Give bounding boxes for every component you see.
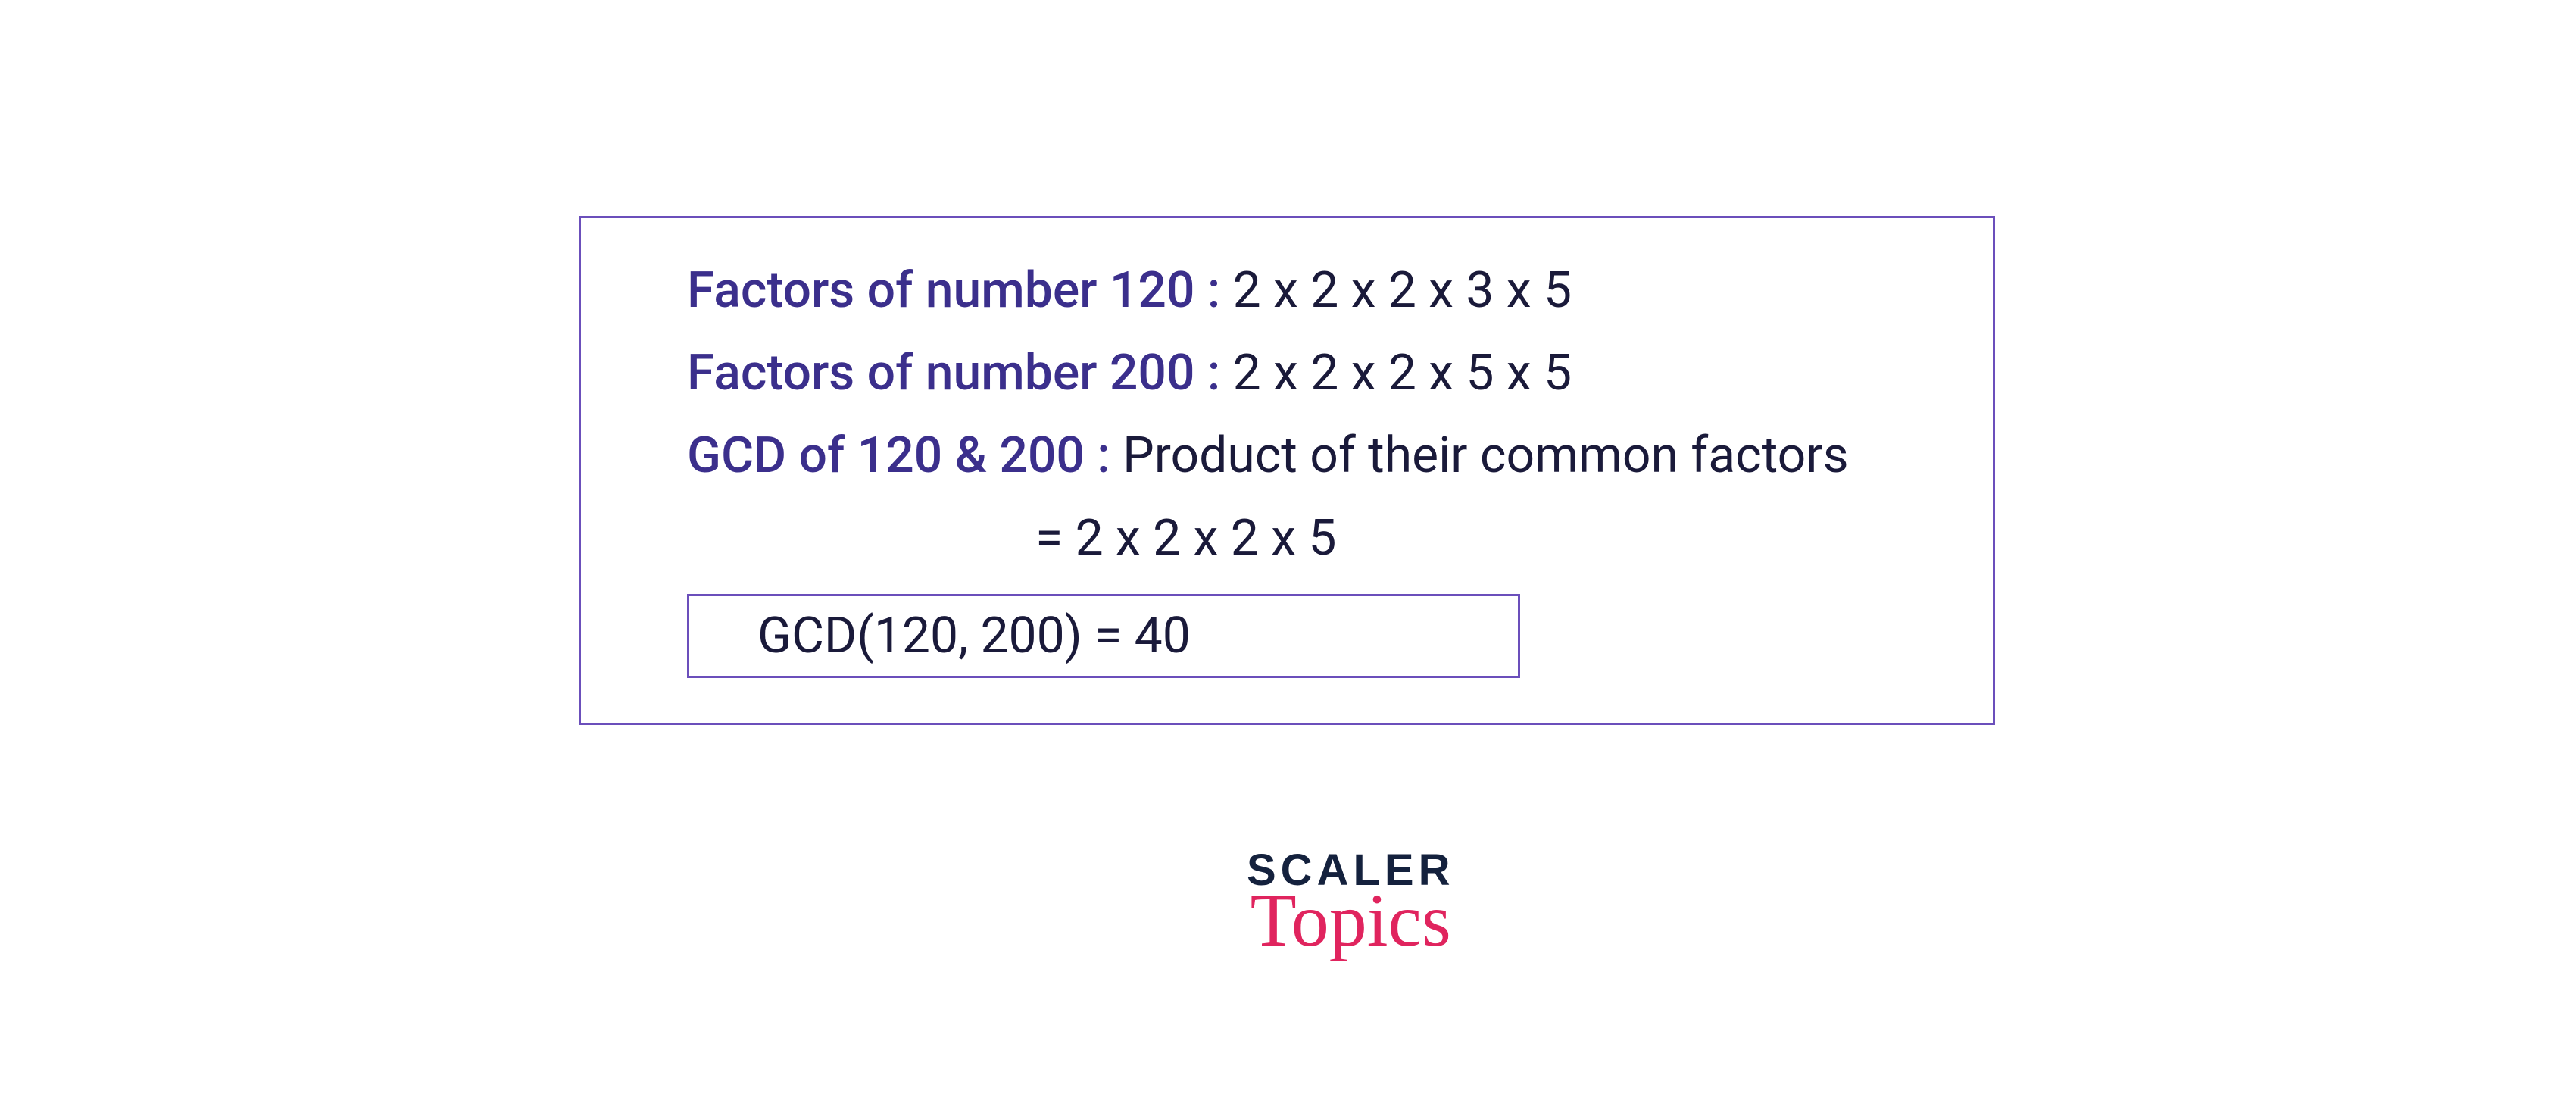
factors-120-value: 2 x 2 x 2 x 3 x 5 [1233, 261, 1572, 320]
factors-120-line: Factors of number 120 : 2 x 2 x 2 x 3 x … [687, 250, 1947, 333]
factors-120-label: Factors of number 120 : [687, 261, 1233, 320]
scaler-topics-logo: SCALER Topics [1247, 849, 1454, 955]
logo-topics-text: Topics [1247, 886, 1454, 955]
gcd-explanation-box: Factors of number 120 : 2 x 2 x 2 x 3 x … [579, 216, 1995, 725]
gcd-description: Product of their common factors [1123, 427, 1849, 485]
factors-200-line: Factors of number 200 : 2 x 2 x 2 x 5 x … [687, 333, 1947, 415]
gcd-label: GCD of 120 & 200 : [687, 427, 1123, 485]
factors-200-label: Factors of number 200 : [687, 344, 1233, 402]
gcd-calculation-line: = 2 x 2 x 2 x 5 [687, 498, 1947, 580]
gcd-result: GCD(120, 200) = 40 [757, 607, 1191, 665]
factors-200-value: 2 x 2 x 2 x 5 x 5 [1233, 344, 1572, 402]
gcd-result-box: GCD(120, 200) = 40 [687, 594, 1520, 678]
gcd-description-line: GCD of 120 & 200 : Product of their comm… [687, 415, 1947, 498]
gcd-calculation: = 2 x 2 x 2 x 5 [1035, 509, 1336, 567]
